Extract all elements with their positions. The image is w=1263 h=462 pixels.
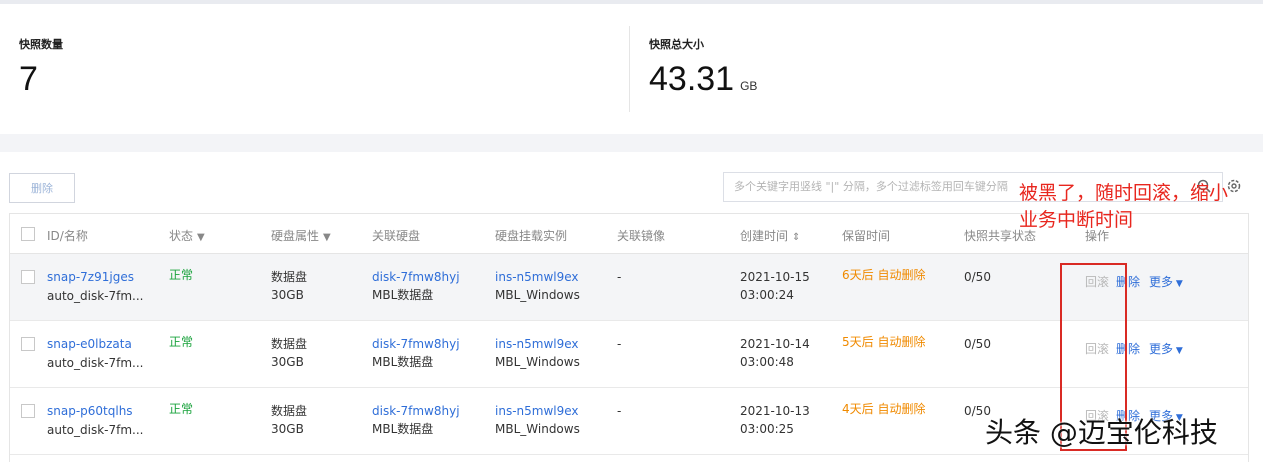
instance-name: MBL_Windows: [495, 355, 580, 369]
instance-name: MBL_Windows: [495, 288, 580, 302]
snapshot-name: auto_disk-7fm...: [47, 423, 144, 437]
watermark: 头条 @迈宝伦科技: [985, 416, 1218, 449]
instance-id-link[interactable]: ins-n5mwl9ex: [495, 402, 579, 420]
header-disk: 关联硬盘: [372, 229, 421, 243]
image-value: -: [617, 337, 622, 351]
more-label: 更多: [1149, 342, 1174, 356]
disk-type: 数据盘: [271, 404, 308, 418]
filter-icon[interactable]: ▼: [323, 232, 331, 243]
disk-type: 数据盘: [271, 337, 308, 351]
disk-type: 数据盘: [271, 270, 308, 284]
header-status[interactable]: 状态 ▼: [169, 227, 205, 244]
disk-id-link[interactable]: disk-7fmw8hyj: [372, 402, 460, 420]
annotation-line-2: 业务中断时间: [1019, 209, 1134, 231]
snapshot-size-label: 快照总大小: [649, 38, 704, 51]
select-all-checkbox[interactable]: [21, 227, 35, 241]
gear-icon[interactable]: [1226, 178, 1242, 194]
created-time: 03:00:24: [740, 288, 794, 302]
snapshot-size-value: 43.31 GB: [649, 60, 758, 98]
header-created[interactable]: 创建时间 ⇕: [740, 227, 800, 244]
stats-panel: 快照数量 7 快照总大小 43.31 GB: [0, 4, 1263, 134]
snapshot-name: auto_disk-7fm...: [47, 356, 144, 370]
disk-size: 30GB: [271, 355, 304, 369]
disk-name: MBL数据盘: [372, 288, 434, 302]
retention-value: 4天后 自动删除: [842, 402, 926, 416]
created-time: 03:00:25: [740, 422, 794, 436]
snapshot-id-link[interactable]: snap-p60tqlhs: [47, 402, 133, 420]
snapshot-count-value: 7: [19, 60, 38, 98]
created-time: 03:00:48: [740, 355, 794, 369]
caret-down-icon: ▼: [1173, 346, 1183, 356]
share-status: 0/50: [964, 270, 991, 284]
instance-name: MBL_Windows: [495, 422, 580, 436]
header-disk-attr[interactable]: 硬盘属性 ▼: [271, 227, 331, 244]
filter-icon[interactable]: ▼: [197, 232, 205, 243]
row-checkbox[interactable]: [21, 404, 35, 418]
annotation-line-1: 被黑了，随时回滚，缩小: [1019, 182, 1229, 204]
more-button[interactable]: 更多 ▼: [1149, 273, 1183, 293]
instance-id-link[interactable]: ins-n5mwl9ex: [495, 335, 579, 353]
snapshot-name: auto_disk-7fm...: [47, 289, 144, 303]
header-image: 关联镜像: [617, 229, 666, 243]
image-value: -: [617, 270, 622, 284]
snapshot-count-label: 快照数量: [19, 38, 63, 51]
status-badge: 正常: [169, 402, 194, 416]
stats-divider: [629, 26, 630, 112]
status-badge: 正常: [169, 268, 194, 282]
snapshot-id-link[interactable]: snap-7z91jges: [47, 268, 134, 286]
disk-name: MBL数据盘: [372, 422, 434, 436]
snapshot-id-link[interactable]: snap-e0lbzata: [47, 335, 132, 353]
created-date: 2021-10-15: [740, 270, 810, 284]
header-instance: 硬盘挂载实例: [495, 229, 568, 243]
disk-id-link[interactable]: disk-7fmw8hyj: [372, 335, 460, 353]
header-id-name: ID/名称: [47, 229, 88, 243]
retention-value: 6天后 自动删除: [842, 268, 926, 282]
row-checkbox[interactable]: [21, 270, 35, 284]
sort-icon[interactable]: ⇕: [792, 232, 800, 243]
share-status: 0/50: [964, 337, 991, 351]
header-retention: 保留时间: [842, 229, 891, 243]
row-checkbox[interactable]: [21, 337, 35, 351]
disk-size: 30GB: [271, 422, 304, 436]
more-button[interactable]: 更多 ▼: [1149, 340, 1183, 360]
instance-id-link[interactable]: ins-n5mwl9ex: [495, 268, 579, 286]
disk-size: 30GB: [271, 288, 304, 302]
disk-id-link[interactable]: disk-7fmw8hyj: [372, 268, 460, 286]
disk-name: MBL数据盘: [372, 355, 434, 369]
caret-down-icon: ▼: [1173, 279, 1183, 289]
created-date: 2021-10-13: [740, 404, 810, 418]
created-date: 2021-10-14: [740, 337, 810, 351]
image-value: -: [617, 404, 622, 418]
bulk-delete-button[interactable]: 删除: [9, 173, 75, 203]
snapshot-size-unit: GB: [740, 79, 758, 93]
retention-value: 5天后 自动删除: [842, 335, 926, 349]
more-label: 更多: [1149, 275, 1174, 289]
annotation-text: 被黑了，随时回滚，缩小 业务中断时间: [1019, 180, 1228, 234]
status-badge: 正常: [169, 335, 194, 349]
